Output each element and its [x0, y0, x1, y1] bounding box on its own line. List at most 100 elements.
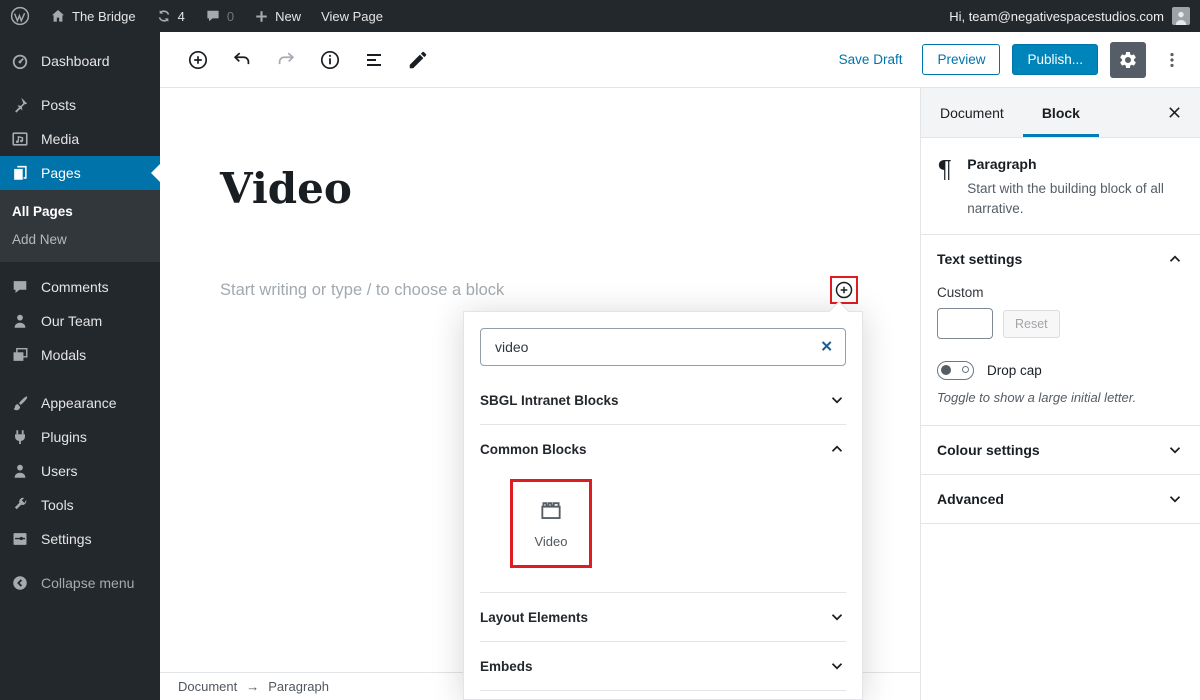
close-sidebar-button[interactable]	[1156, 88, 1192, 137]
tab-document[interactable]: Document	[921, 88, 1023, 137]
pushpin-icon	[10, 96, 30, 114]
plug-icon	[10, 428, 30, 446]
toggle-ring	[962, 366, 969, 373]
sidebar-label: Modals	[41, 347, 86, 363]
sidebar-label: Posts	[41, 97, 76, 113]
sidebar-item-our-team[interactable]: Our Team	[0, 304, 160, 338]
sidebar-item-users[interactable]: Users	[0, 454, 160, 488]
comments-count: 0	[227, 9, 234, 24]
submenu-add-new[interactable]: Add New	[0, 225, 160, 253]
wrench-icon	[10, 496, 30, 514]
chevron-down-icon	[1166, 490, 1184, 508]
person-icon	[10, 312, 30, 330]
view-page-label: View Page	[321, 9, 383, 24]
content-structure-button[interactable]	[312, 42, 348, 78]
section-sbgl-intranet-blocks[interactable]: SBGL Intranet Blocks	[464, 376, 862, 424]
new-content-menu[interactable]: New	[244, 0, 311, 32]
editor-tools	[160, 42, 436, 78]
block-placeholder-text[interactable]: Start writing or type / to choose a bloc…	[220, 281, 504, 300]
sidebar-item-posts[interactable]: Posts	[0, 88, 160, 122]
tab-block[interactable]: Block	[1023, 88, 1099, 137]
sidebar-item-dashboard[interactable]: Dashboard	[0, 44, 160, 78]
drop-cap-label: Drop cap	[987, 363, 1042, 378]
sidebar-item-plugins[interactable]: Plugins	[0, 420, 160, 454]
custom-size-label: Custom	[937, 285, 1184, 300]
sidebar-label: Appearance	[41, 395, 117, 411]
redo-button[interactable]	[268, 42, 304, 78]
more-options-button[interactable]	[1158, 42, 1186, 78]
sidebar-item-appearance[interactable]: Appearance	[0, 386, 160, 420]
block-card-description: Start with the building block of all nar…	[967, 179, 1179, 218]
video-block-option[interactable]: Video	[534, 498, 567, 549]
sidebar-item-media[interactable]: Media	[0, 122, 160, 156]
preview-button[interactable]: Preview	[922, 44, 1000, 75]
comments-link[interactable]: 0	[195, 0, 244, 32]
user-icon	[10, 462, 30, 480]
plus-icon	[254, 9, 269, 24]
add-block-button[interactable]	[832, 278, 856, 302]
block-search: ✕	[480, 328, 846, 366]
drop-cap-toggle[interactable]	[937, 361, 974, 380]
block-card-title: Paragraph	[967, 156, 1179, 172]
block-info-card: ¶ Paragraph Start with the building bloc…	[921, 138, 1200, 235]
advanced-panel: Advanced	[921, 475, 1200, 524]
section-common-blocks[interactable]: Common Blocks	[464, 425, 862, 473]
section-layout-elements[interactable]: Layout Elements	[464, 593, 862, 641]
save-draft-button[interactable]: Save Draft	[831, 46, 911, 73]
text-settings-header[interactable]: Text settings	[921, 235, 1200, 283]
advanced-header[interactable]: Advanced	[921, 475, 1200, 523]
sidebar-label: Dashboard	[41, 53, 110, 69]
pages-icon	[10, 164, 30, 182]
empty-paragraph-block[interactable]: Start writing or type / to choose a bloc…	[220, 276, 858, 304]
sidebar-item-tools[interactable]: Tools	[0, 488, 160, 522]
post-title[interactable]: Video	[220, 164, 352, 213]
pages-submenu: All Pages Add New	[0, 190, 160, 262]
active-menu-arrow	[151, 164, 160, 182]
settings-gear-button[interactable]	[1110, 42, 1146, 78]
clear-search-icon[interactable]: ✕	[820, 340, 833, 355]
collapse-icon	[10, 574, 30, 592]
user-greeting[interactable]: Hi, team@negativespacestudios.com	[949, 9, 1164, 24]
video-block-annotation-box: Video	[510, 479, 592, 568]
site-name-link[interactable]: The Bridge	[40, 0, 146, 32]
breadcrumb-root[interactable]: Document	[178, 679, 237, 694]
dashboard-icon	[10, 52, 30, 70]
video-icon	[538, 498, 564, 524]
admin-sidebar: Dashboard Posts Media Pages All Pages Ad…	[0, 32, 160, 700]
submenu-all-pages[interactable]: All Pages	[0, 197, 160, 225]
custom-size-input[interactable]	[937, 308, 993, 339]
sidebar-item-modals[interactable]: Modals	[0, 338, 160, 372]
admin-bar: The Bridge 4 0 New View P	[0, 0, 1200, 32]
site-name: The Bridge	[72, 9, 136, 24]
section-embeds[interactable]: Embeds	[464, 642, 862, 690]
sidebar-item-collapse-menu[interactable]: Collapse menu	[0, 566, 160, 600]
block-navigation-button[interactable]	[356, 42, 392, 78]
block-search-input[interactable]	[480, 328, 846, 366]
sidebar-item-settings[interactable]: Settings	[0, 522, 160, 556]
colour-settings-header[interactable]: Colour settings	[921, 426, 1200, 474]
undo-button[interactable]	[224, 42, 260, 78]
sidebar-label: Plugins	[41, 429, 87, 445]
block-inserter-popup: ✕ SBGL Intranet Blocks Common Blocks Vid…	[463, 311, 863, 700]
view-page-link[interactable]: View Page	[311, 0, 393, 32]
text-settings-title: Text settings	[937, 251, 1022, 267]
update-icon	[156, 8, 172, 24]
publish-button[interactable]: Publish...	[1012, 44, 1098, 75]
sidebar-label: Settings	[41, 531, 92, 547]
home-icon	[50, 8, 66, 24]
sidebar-item-comments[interactable]: Comments	[0, 270, 160, 304]
inserter-annotation-box	[830, 276, 858, 304]
block-inserter-button[interactable]	[180, 42, 216, 78]
wordpress-logo-menu[interactable]	[0, 0, 40, 32]
chevron-down-icon	[1166, 441, 1184, 459]
reset-button[interactable]: Reset	[1003, 310, 1060, 338]
avatar[interactable]	[1172, 7, 1190, 25]
text-settings-panel: Text settings Custom Reset Drop cap	[921, 235, 1200, 426]
editor-actions: Save Draft Preview Publish...	[831, 42, 1200, 78]
sidebar-item-pages[interactable]: Pages	[0, 156, 160, 190]
common-blocks-items: Video	[464, 473, 862, 592]
edit-mode-button[interactable]	[400, 42, 436, 78]
sidebar-label: Collapse menu	[41, 575, 134, 591]
settings-icon	[10, 530, 30, 548]
updates-link[interactable]: 4	[146, 0, 195, 32]
